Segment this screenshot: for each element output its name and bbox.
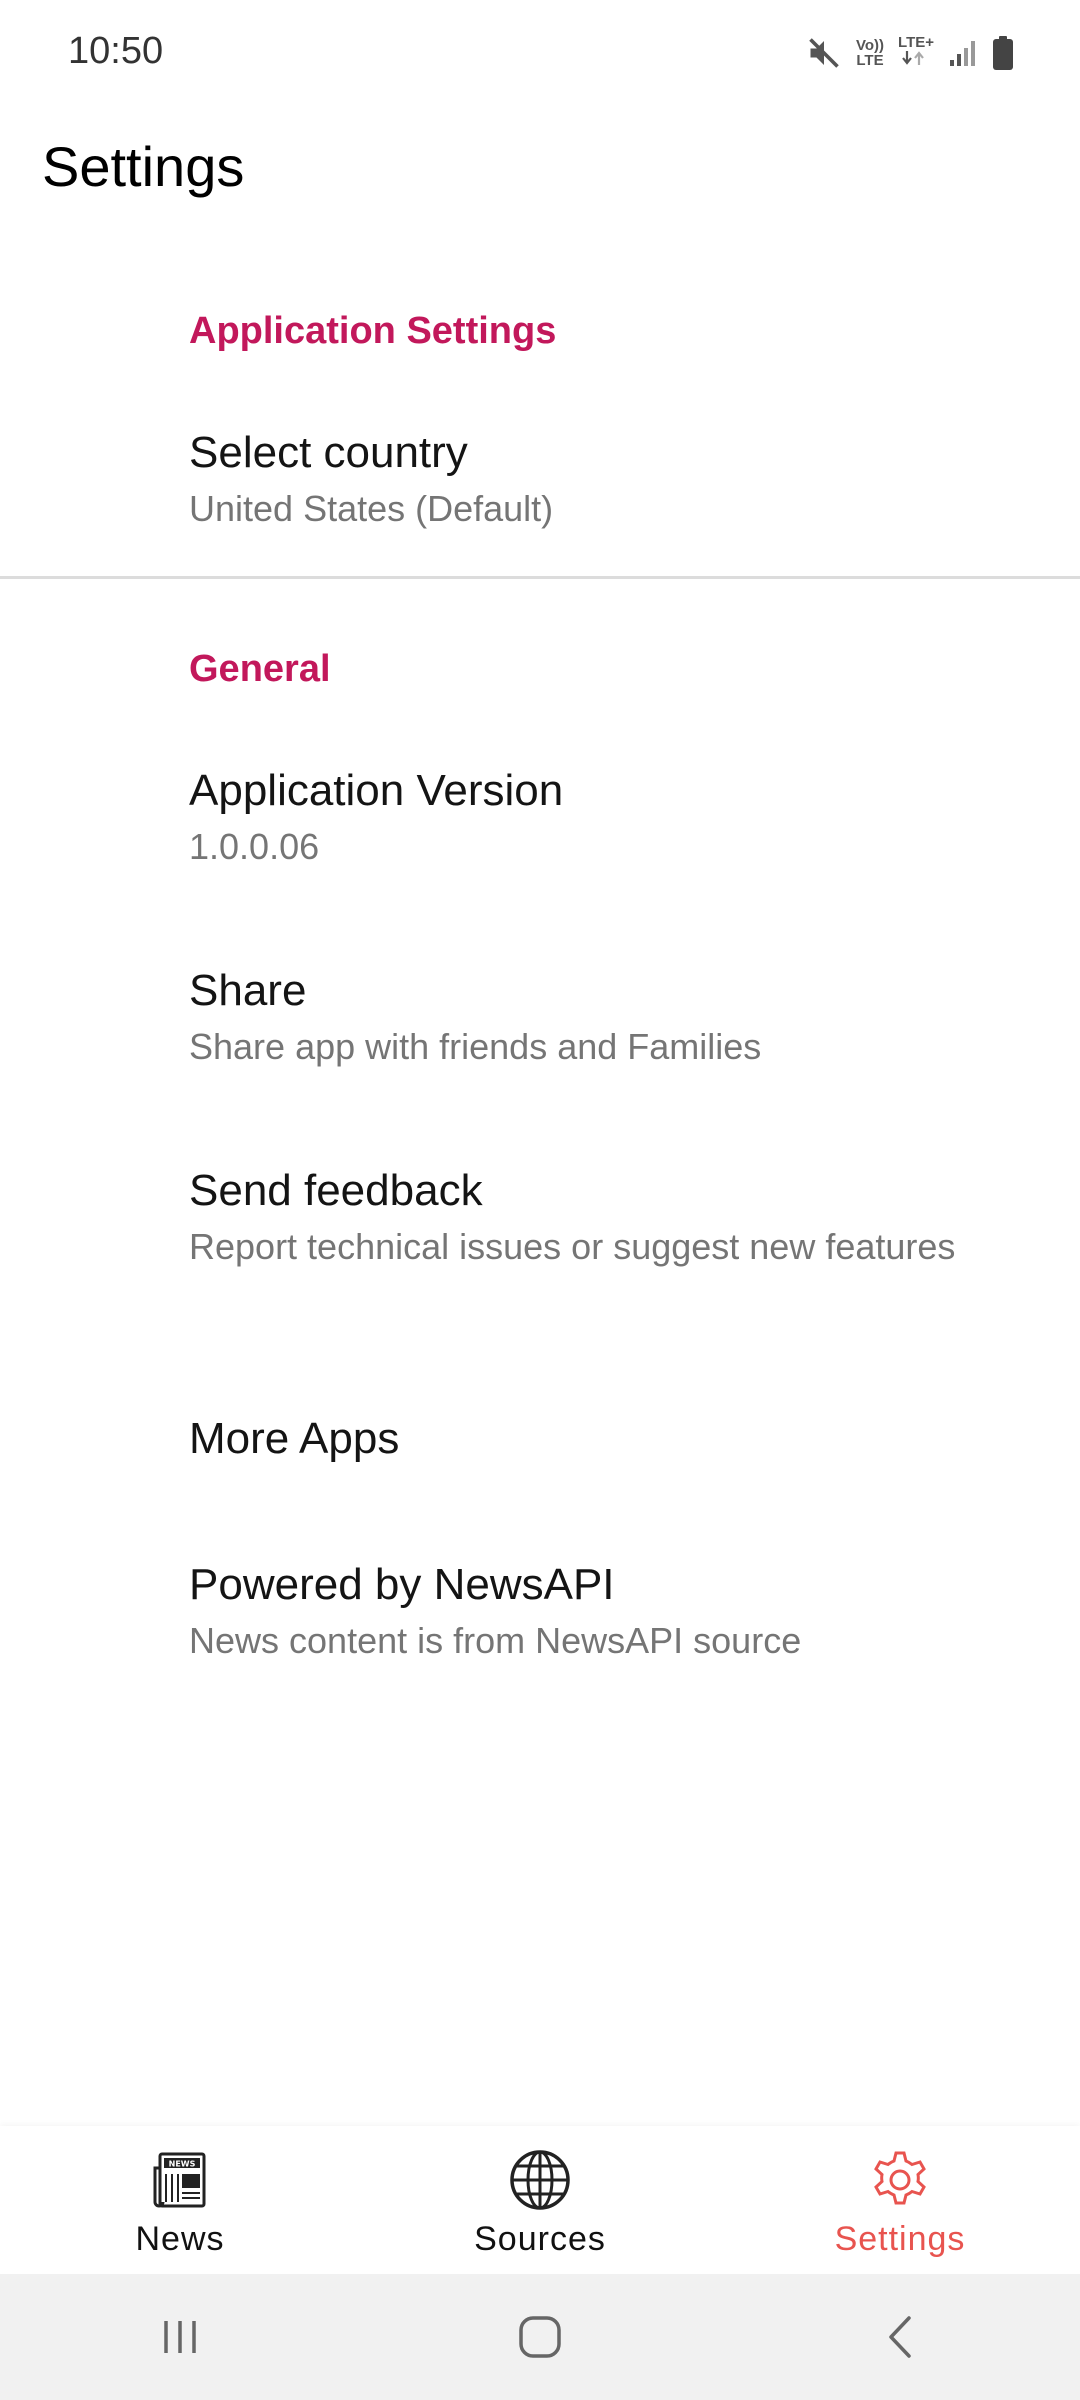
section-divider xyxy=(0,576,1080,579)
volte-line1: Vo)) xyxy=(855,37,885,54)
status-time: 10:50 xyxy=(68,30,164,72)
share-title: Share xyxy=(189,966,307,1015)
recents-icon xyxy=(164,2321,196,2353)
back-icon xyxy=(889,2316,911,2358)
share-summary: Share app with friends and Families xyxy=(189,1026,762,1067)
settings-screen: 10:50 Vo)) LTE LTE+ Settings Application… xyxy=(0,0,1080,2400)
select-country-summary: United States (Default) xyxy=(189,488,554,529)
section-header-general: General xyxy=(189,648,331,690)
mute-icon xyxy=(809,38,839,68)
nav-item-settings[interactable]: Settings xyxy=(720,2126,1080,2274)
data-arrows-icon xyxy=(902,51,924,65)
more-apps-title: More Apps xyxy=(189,1414,400,1463)
battery-icon xyxy=(993,36,1013,70)
send-feedback-summary: Report technical issues or suggest new f… xyxy=(189,1226,956,1267)
svg-text:NEWS: NEWS xyxy=(169,2160,196,2169)
powered-by-summary: News content is from NewsAPI source xyxy=(189,1620,802,1661)
recents-button[interactable] xyxy=(140,2297,220,2377)
nav-item-sources[interactable]: Sources xyxy=(360,2126,720,2274)
home-icon xyxy=(519,2316,561,2358)
globe-icon xyxy=(510,2150,570,2210)
system-navigation-bar xyxy=(0,2274,1080,2400)
status-icons: Vo)) LTE LTE+ xyxy=(806,28,1014,78)
share-item[interactable]: Share Share app with friends and Familie… xyxy=(0,966,1080,1106)
home-button[interactable] xyxy=(500,2297,580,2377)
app-version-item[interactable]: Application Version 1.0.0.06 xyxy=(0,766,1080,906)
send-feedback-title: Send feedback xyxy=(189,1166,483,1215)
lte-plus-icon: LTE+ xyxy=(898,35,934,71)
select-country-item[interactable]: Select country United States (Default) xyxy=(0,428,1080,568)
volte-icon: Vo)) LTE xyxy=(856,38,884,68)
powered-by-title: Powered by NewsAPI xyxy=(189,1560,615,1609)
send-feedback-item[interactable]: Send feedback Report technical issues or… xyxy=(0,1166,1080,1356)
powered-by-item[interactable]: Powered by NewsAPI News content is from … xyxy=(0,1560,1080,1700)
app-version-title: Application Version xyxy=(189,766,564,815)
status-bar: 10:50 Vo)) LTE LTE+ xyxy=(0,0,1080,104)
lte-plus-text: LTE+ xyxy=(898,34,934,51)
volte-line2: LTE xyxy=(856,52,884,69)
select-country-title: Select country xyxy=(189,428,468,477)
signal-icon xyxy=(950,41,975,66)
section-header-application: Application Settings xyxy=(189,310,557,352)
newspaper-icon: NEWS xyxy=(153,2152,206,2208)
gear-icon xyxy=(874,2151,926,2205)
nav-label-settings: Settings xyxy=(834,2220,966,2258)
app-version-summary: 1.0.0.06 xyxy=(189,826,320,867)
nav-item-news[interactable]: NEWS News xyxy=(0,2126,360,2274)
nav-label-sources: Sources xyxy=(474,2220,606,2258)
more-apps-item[interactable]: More Apps xyxy=(0,1414,1080,1514)
nav-label-news: News xyxy=(135,2220,225,2258)
bottom-navigation: NEWS News Sources Settings xyxy=(0,2126,1080,2274)
back-button[interactable] xyxy=(860,2297,940,2377)
page-title: Settings xyxy=(42,135,245,198)
